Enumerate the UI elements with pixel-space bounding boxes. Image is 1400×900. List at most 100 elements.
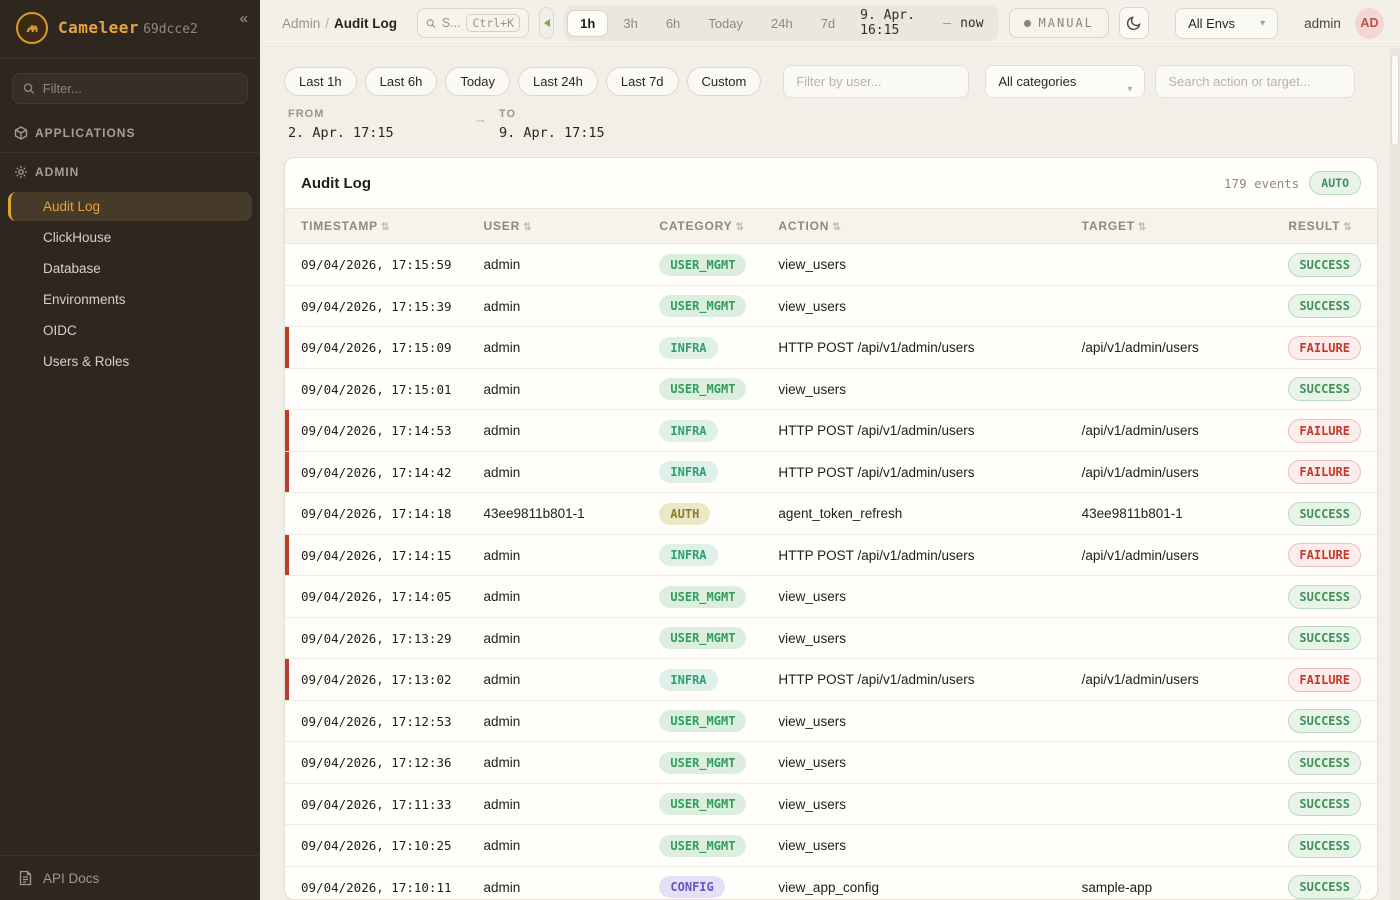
category-badge: USER_MGMT	[659, 295, 746, 317]
cell-category: INFRA	[643, 451, 762, 493]
cell-category: INFRA	[643, 659, 762, 701]
table-row[interactable]: 09/04/2026, 17:12:36adminUSER_MGMTview_u…	[285, 742, 1377, 784]
table-row[interactable]: 09/04/2026, 17:14:15adminINFRAHTTP POST …	[285, 534, 1377, 576]
cell-category: USER_MGMT	[643, 576, 762, 618]
from-block[interactable]: FROM 2. Apr. 17:15	[288, 108, 474, 141]
table-row[interactable]: 09/04/2026, 17:14:1843ee9811b801-1AUTHag…	[285, 493, 1377, 535]
cell-target	[1066, 244, 1273, 286]
cell-target	[1066, 742, 1273, 784]
chip-last-7d[interactable]: Last 7d	[606, 67, 679, 96]
sidebar-item-clickhouse[interactable]: ClickHouse	[8, 223, 252, 252]
cell-category: USER_MGMT	[643, 742, 762, 784]
sidebar-item-oidc[interactable]: OIDC	[8, 316, 252, 345]
cell-user: admin	[468, 244, 644, 286]
time-range-7d[interactable]: 7d	[808, 10, 848, 37]
category-badge: CONFIG	[659, 876, 724, 898]
table-row[interactable]: 09/04/2026, 17:15:59adminUSER_MGMTview_u…	[285, 244, 1377, 286]
table-row[interactable]: 09/04/2026, 17:13:02adminINFRAHTTP POST …	[285, 659, 1377, 701]
status-badge: SUCCESS	[1288, 875, 1361, 899]
to-block[interactable]: TO 9. Apr. 17:15	[499, 108, 605, 141]
table-row[interactable]: 09/04/2026, 17:13:29adminUSER_MGMTview_u…	[285, 617, 1377, 659]
status-badge: SUCCESS	[1288, 585, 1361, 609]
column-header-timestamp[interactable]: TIMESTAMP⇅	[285, 209, 468, 244]
category-badge: USER_MGMT	[659, 254, 746, 276]
action-search-input[interactable]	[1155, 65, 1355, 98]
status-badge: SUCCESS	[1288, 792, 1361, 816]
cell-result: SUCCESS	[1272, 617, 1377, 659]
column-header-action[interactable]: ACTION⇅	[762, 209, 1065, 244]
sidebar-filter[interactable]	[12, 73, 248, 104]
column-header-user[interactable]: USER⇅	[468, 209, 644, 244]
sidebar-item-database[interactable]: Database	[8, 254, 252, 283]
category-badge: INFRA	[659, 420, 717, 442]
manual-refresh-button[interactable]: MANUAL	[1009, 8, 1109, 38]
sidebar-item-environments[interactable]: Environments	[8, 285, 252, 314]
audit-table: TIMESTAMP⇅USER⇅CATEGORY⇅ACTION⇅TARGET⇅RE…	[285, 208, 1377, 900]
table-row[interactable]: 09/04/2026, 17:15:39adminUSER_MGMTview_u…	[285, 285, 1377, 327]
from-label: FROM	[288, 108, 474, 120]
status-badge: FAILURE	[1288, 668, 1361, 692]
time-range-today[interactable]: Today	[695, 10, 756, 37]
cell-timestamp: 09/04/2026, 17:14:53	[285, 410, 468, 452]
global-search[interactable]: S... Ctrl+K	[417, 8, 529, 38]
time-range-6h[interactable]: 6h	[653, 10, 693, 37]
cell-user: 43ee9811b801-1	[468, 493, 644, 535]
category-select[interactable]: All categories ▾	[985, 65, 1145, 98]
sidebar-filter-input[interactable]	[43, 81, 237, 96]
sidebar-item-users-roles[interactable]: Users & Roles	[8, 347, 252, 376]
environment-select[interactable]: All Envs ▾	[1175, 8, 1278, 39]
search-placeholder-text: S...	[442, 16, 461, 30]
table-row[interactable]: 09/04/2026, 17:15:01adminUSER_MGMTview_u…	[285, 368, 1377, 410]
main-area: Admin/Audit Log S... Ctrl+K 1h3h6hToday2…	[260, 0, 1400, 900]
chip-today[interactable]: Today	[445, 67, 510, 96]
cell-category: INFRA	[643, 410, 762, 452]
breadcrumb-admin[interactable]: Admin	[282, 16, 320, 31]
time-range-buttons: 1h3h6hToday24h7d	[567, 10, 848, 37]
live-toggle-button[interactable]	[539, 7, 554, 39]
sidebar-collapse-button[interactable]: «	[240, 10, 248, 27]
chip-last-24h[interactable]: Last 24h	[518, 67, 598, 96]
cell-timestamp: 09/04/2026, 17:13:29	[285, 617, 468, 659]
avatar[interactable]: AD	[1355, 8, 1384, 39]
cell-timestamp: 09/04/2026, 17:11:33	[285, 783, 468, 825]
api-docs-link[interactable]: API Docs	[0, 855, 260, 900]
status-badge: SUCCESS	[1288, 834, 1361, 858]
user-filter-input[interactable]	[783, 65, 969, 98]
cell-category: USER_MGMT	[643, 783, 762, 825]
sidebar-item-audit-log[interactable]: Audit Log	[8, 192, 252, 221]
table-row[interactable]: 09/04/2026, 17:15:09adminINFRAHTTP POST …	[285, 327, 1377, 369]
theme-toggle-button[interactable]	[1119, 7, 1149, 39]
time-range-1h[interactable]: 1h	[567, 10, 608, 37]
column-header-target[interactable]: TARGET⇅	[1066, 209, 1273, 244]
cell-target	[1066, 825, 1273, 867]
cell-user: admin	[468, 783, 644, 825]
chip-last-6h[interactable]: Last 6h	[365, 67, 438, 96]
scrollbar-track[interactable]	[1390, 48, 1400, 900]
time-range-display[interactable]: 9. Apr. 16:15 – now	[850, 8, 995, 38]
search-icon	[23, 82, 35, 95]
range-from: 9. Apr. 16:15	[860, 8, 934, 38]
cell-category: USER_MGMT	[643, 368, 762, 410]
cell-timestamp: 09/04/2026, 17:14:42	[285, 451, 468, 493]
time-range-3h[interactable]: 3h	[610, 10, 650, 37]
table-row[interactable]: 09/04/2026, 17:10:11adminCONFIGview_app_…	[285, 866, 1377, 900]
table-row[interactable]: 09/04/2026, 17:14:42adminINFRAHTTP POST …	[285, 451, 1377, 493]
column-header-result[interactable]: RESULT⇅	[1272, 209, 1377, 244]
time-range-24h[interactable]: 24h	[758, 10, 806, 37]
table-row[interactable]: 09/04/2026, 17:10:25adminUSER_MGMTview_u…	[285, 825, 1377, 867]
status-badge: SUCCESS	[1288, 502, 1361, 526]
card-title: Audit Log	[301, 175, 371, 192]
audit-log-card: Audit Log 179 events AUTO TIMESTAMP⇅USER…	[284, 157, 1378, 900]
category-badge: USER_MGMT	[659, 627, 746, 649]
column-header-category[interactable]: CATEGORY⇅	[643, 209, 762, 244]
chip-last-1h[interactable]: Last 1h	[284, 67, 357, 96]
auto-refresh-badge[interactable]: AUTO	[1309, 171, 1361, 195]
table-row[interactable]: 09/04/2026, 17:14:53adminINFRAHTTP POST …	[285, 410, 1377, 452]
table-row[interactable]: 09/04/2026, 17:11:33adminUSER_MGMTview_u…	[285, 783, 1377, 825]
chip-custom[interactable]: Custom	[687, 67, 762, 96]
scrollbar-thumb[interactable]	[1391, 54, 1399, 146]
table-row[interactable]: 09/04/2026, 17:14:05adminUSER_MGMTview_u…	[285, 576, 1377, 618]
cell-target	[1066, 285, 1273, 327]
cell-timestamp: 09/04/2026, 17:13:02	[285, 659, 468, 701]
table-row[interactable]: 09/04/2026, 17:12:53adminUSER_MGMTview_u…	[285, 700, 1377, 742]
